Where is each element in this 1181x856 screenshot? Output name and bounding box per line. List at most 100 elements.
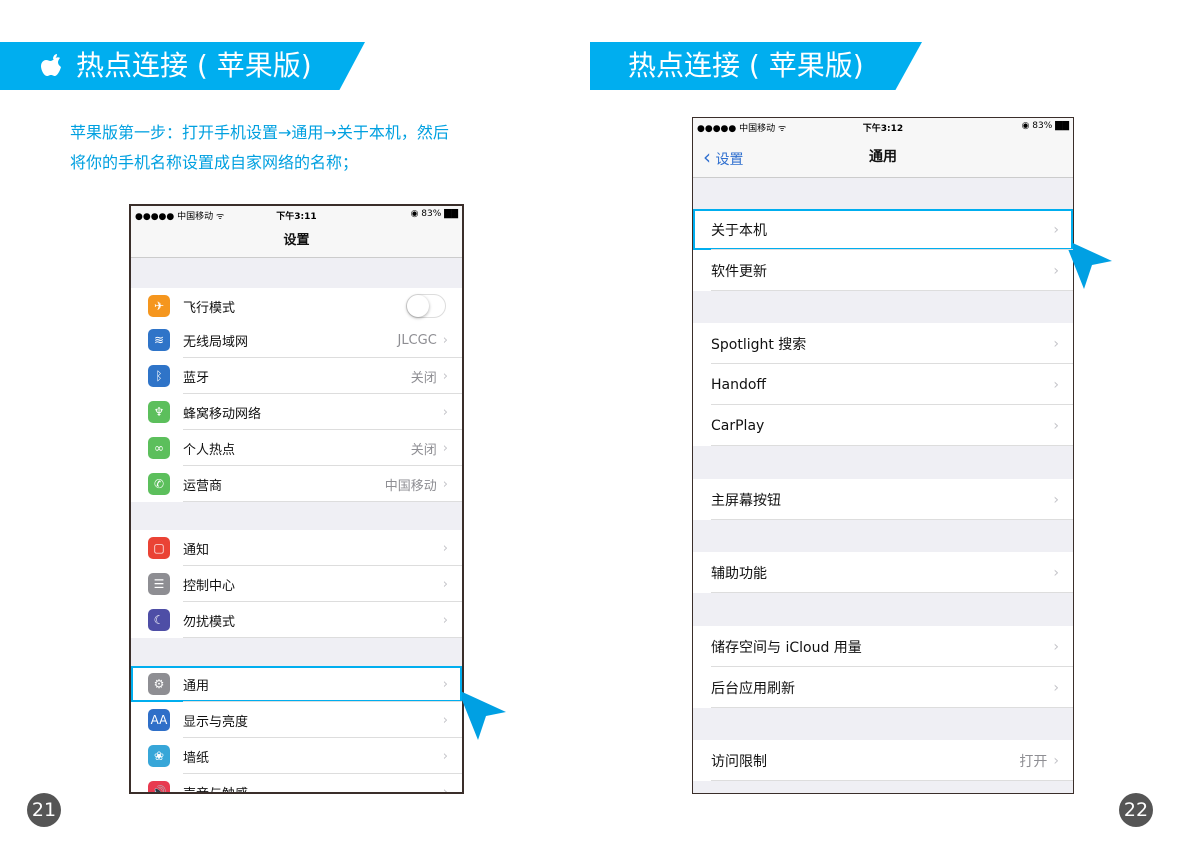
row-label: 勿扰模式	[183, 614, 236, 630]
chevron-right-icon: ›	[1053, 221, 1059, 238]
row-label: 运营商	[183, 478, 223, 494]
row-label: 蜂窝移动网络	[183, 406, 262, 422]
nav-bar: 设置	[131, 224, 462, 258]
chevron-right-icon: ›	[442, 404, 448, 420]
pointer-arrow-icon	[458, 690, 506, 740]
row-label: 显示与亮度	[183, 714, 249, 730]
row-value: 关闭	[410, 370, 437, 386]
chevron-right-icon: ›	[442, 332, 448, 348]
sound-icon: 🔊	[148, 781, 170, 792]
wifi-icon: ≋	[148, 329, 170, 351]
settings-row[interactable]: ❀ 墙纸 ›	[131, 738, 462, 774]
nav-title: 通用	[869, 149, 897, 165]
chevron-right-icon: ›	[442, 712, 448, 728]
back-label: 设置	[715, 152, 744, 168]
apple-logo-icon	[41, 54, 61, 76]
row-label: 软件更新	[711, 263, 767, 280]
notification-icon: ▢	[148, 537, 170, 559]
control-center-icon: ☰	[148, 573, 170, 595]
chevron-right-icon: ›	[1053, 335, 1059, 352]
instruction-line: 苹果版第一步：打开手机设置→通用→关于本机，然后	[70, 123, 449, 142]
toggle-switch[interactable]	[406, 294, 446, 318]
page-number: 22	[1119, 793, 1153, 827]
row-label: 蓝牙	[183, 370, 210, 386]
row-label: 访问限制	[711, 753, 767, 770]
row-value: JLCGC	[397, 332, 437, 348]
settings-row[interactable]: ✈ 飞行模式	[131, 288, 462, 324]
settings-row[interactable]: 后台应用刷新 ›	[693, 667, 1073, 708]
status-bar: ●●●●● 中国移动 ᯤ 下午3:11 ◉ 83% ▇▇	[131, 206, 462, 224]
row-label: 关于本机	[711, 222, 767, 239]
row-label: 无线局域网	[183, 334, 249, 350]
row-label: 墙纸	[183, 750, 210, 766]
chevron-right-icon: ›	[442, 440, 448, 456]
settings-row[interactable]: ♆ 蜂窝移动网络 ›	[131, 394, 462, 430]
row-label: 个人热点	[183, 442, 236, 458]
settings-row[interactable]: ☾ 勿扰模式 ›	[131, 602, 462, 638]
settings-row[interactable]: 主屏幕按钮 ›	[693, 479, 1073, 520]
settings-row[interactable]: ✆ 运营商 中国移动 ›	[131, 466, 462, 502]
chevron-right-icon: ›	[442, 784, 448, 794]
row-label: 飞行模式	[183, 300, 236, 316]
page-title: 热点连接 ( 苹果版)	[76, 49, 312, 82]
clock: 下午3:11	[276, 212, 317, 222]
row-label: 后台应用刷新	[711, 680, 795, 697]
cellular-icon: ♆	[148, 401, 170, 423]
display-icon: AA	[148, 709, 170, 731]
chevron-right-icon: ›	[1053, 638, 1059, 655]
settings-row[interactable]: ▢ 通知 ›	[131, 530, 462, 566]
instruction-line: 将你的手机名称设置成自家网络的名称；	[70, 153, 359, 172]
settings-row[interactable]: 储存空间与 iCloud 用量 ›	[693, 626, 1073, 667]
row-value: 打开	[1019, 753, 1048, 770]
settings-row[interactable]: ᛒ 蓝牙 关闭 ›	[131, 358, 462, 394]
moon-icon: ☾	[148, 609, 170, 631]
settings-row[interactable]: Handoff ›	[693, 364, 1073, 405]
hotspot-icon: ∞	[148, 437, 170, 459]
row-label: CarPlay	[711, 417, 765, 434]
settings-row[interactable]: ⚙ 通用 ›	[131, 666, 462, 702]
row-label: Spotlight 搜索	[711, 336, 807, 353]
airplane-icon: ✈	[148, 295, 170, 317]
chevron-right-icon: ›	[1053, 752, 1059, 769]
page-number: 21	[27, 793, 61, 827]
row-label: 主屏幕按钮	[711, 492, 781, 509]
settings-row[interactable]: AA 显示与亮度 ›	[131, 702, 462, 738]
settings-row[interactable]: CarPlay ›	[693, 405, 1073, 446]
general-screenshot: ●●●●● 中国移动 ᯤ 下午3:12 ◉ 83% ▇▇ ‹ 设置 通用 关于本…	[692, 117, 1074, 794]
chevron-right-icon: ›	[1053, 417, 1059, 434]
chevron-right-icon: ›	[442, 748, 448, 764]
chevron-right-icon: ›	[1053, 491, 1059, 508]
settings-row[interactable]: ∞ 个人热点 关闭 ›	[131, 430, 462, 466]
row-label: 通知	[183, 542, 210, 558]
row-label: 储存空间与 iCloud 用量	[711, 639, 862, 656]
chevron-right-icon: ›	[1053, 376, 1059, 393]
nav-title: 设置	[283, 233, 310, 248]
row-label: 通用	[183, 678, 210, 694]
chevron-right-icon: ›	[1053, 679, 1059, 696]
chevron-right-icon: ›	[442, 368, 448, 384]
bluetooth-icon: ᛒ	[148, 365, 170, 387]
clock: 下午3:12	[862, 124, 904, 134]
settings-row[interactable]: 🔊 声音与触感 ›	[131, 774, 462, 794]
settings-row[interactable]: 辅助功能 ›	[693, 552, 1073, 593]
page-title: 热点连接 ( 苹果版)	[628, 49, 864, 82]
row-value: 关闭	[410, 442, 437, 458]
chevron-right-icon: ›	[442, 540, 448, 556]
settings-row[interactable]: 访问限制 打开 ›	[693, 740, 1073, 781]
back-button[interactable]: ‹ 设置	[703, 137, 743, 181]
settings-screenshot: ●●●●● 中国移动 ᯤ 下午3:11 ◉ 83% ▇▇ 设置 ✈ 飞行模式 ≋ 无线…	[129, 204, 464, 794]
settings-row[interactable]: ☰ 控制中心 ›	[131, 566, 462, 602]
chevron-left-icon: ‹	[703, 145, 711, 169]
wallpaper-icon: ❀	[148, 745, 170, 767]
settings-row[interactable]: 软件更新 ›	[693, 250, 1073, 291]
settings-row[interactable]: 关于本机 ›	[693, 209, 1073, 250]
phone-icon: ✆	[148, 473, 170, 495]
status-bar: ●●●●● 中国移动 ᯤ 下午3:12 ◉ 83% ▇▇	[693, 118, 1073, 137]
gear-icon: ⚙	[148, 673, 170, 695]
settings-row[interactable]: Spotlight 搜索 ›	[693, 323, 1073, 364]
row-label: 控制中心	[183, 578, 236, 594]
nav-bar: ‹ 设置 通用	[693, 137, 1073, 178]
settings-row[interactable]: ≋ 无线局域网 JLCGC ›	[131, 322, 462, 358]
chevron-right-icon: ›	[1053, 564, 1059, 581]
title-banner-right: 热点连接 ( 苹果版)	[590, 42, 922, 90]
